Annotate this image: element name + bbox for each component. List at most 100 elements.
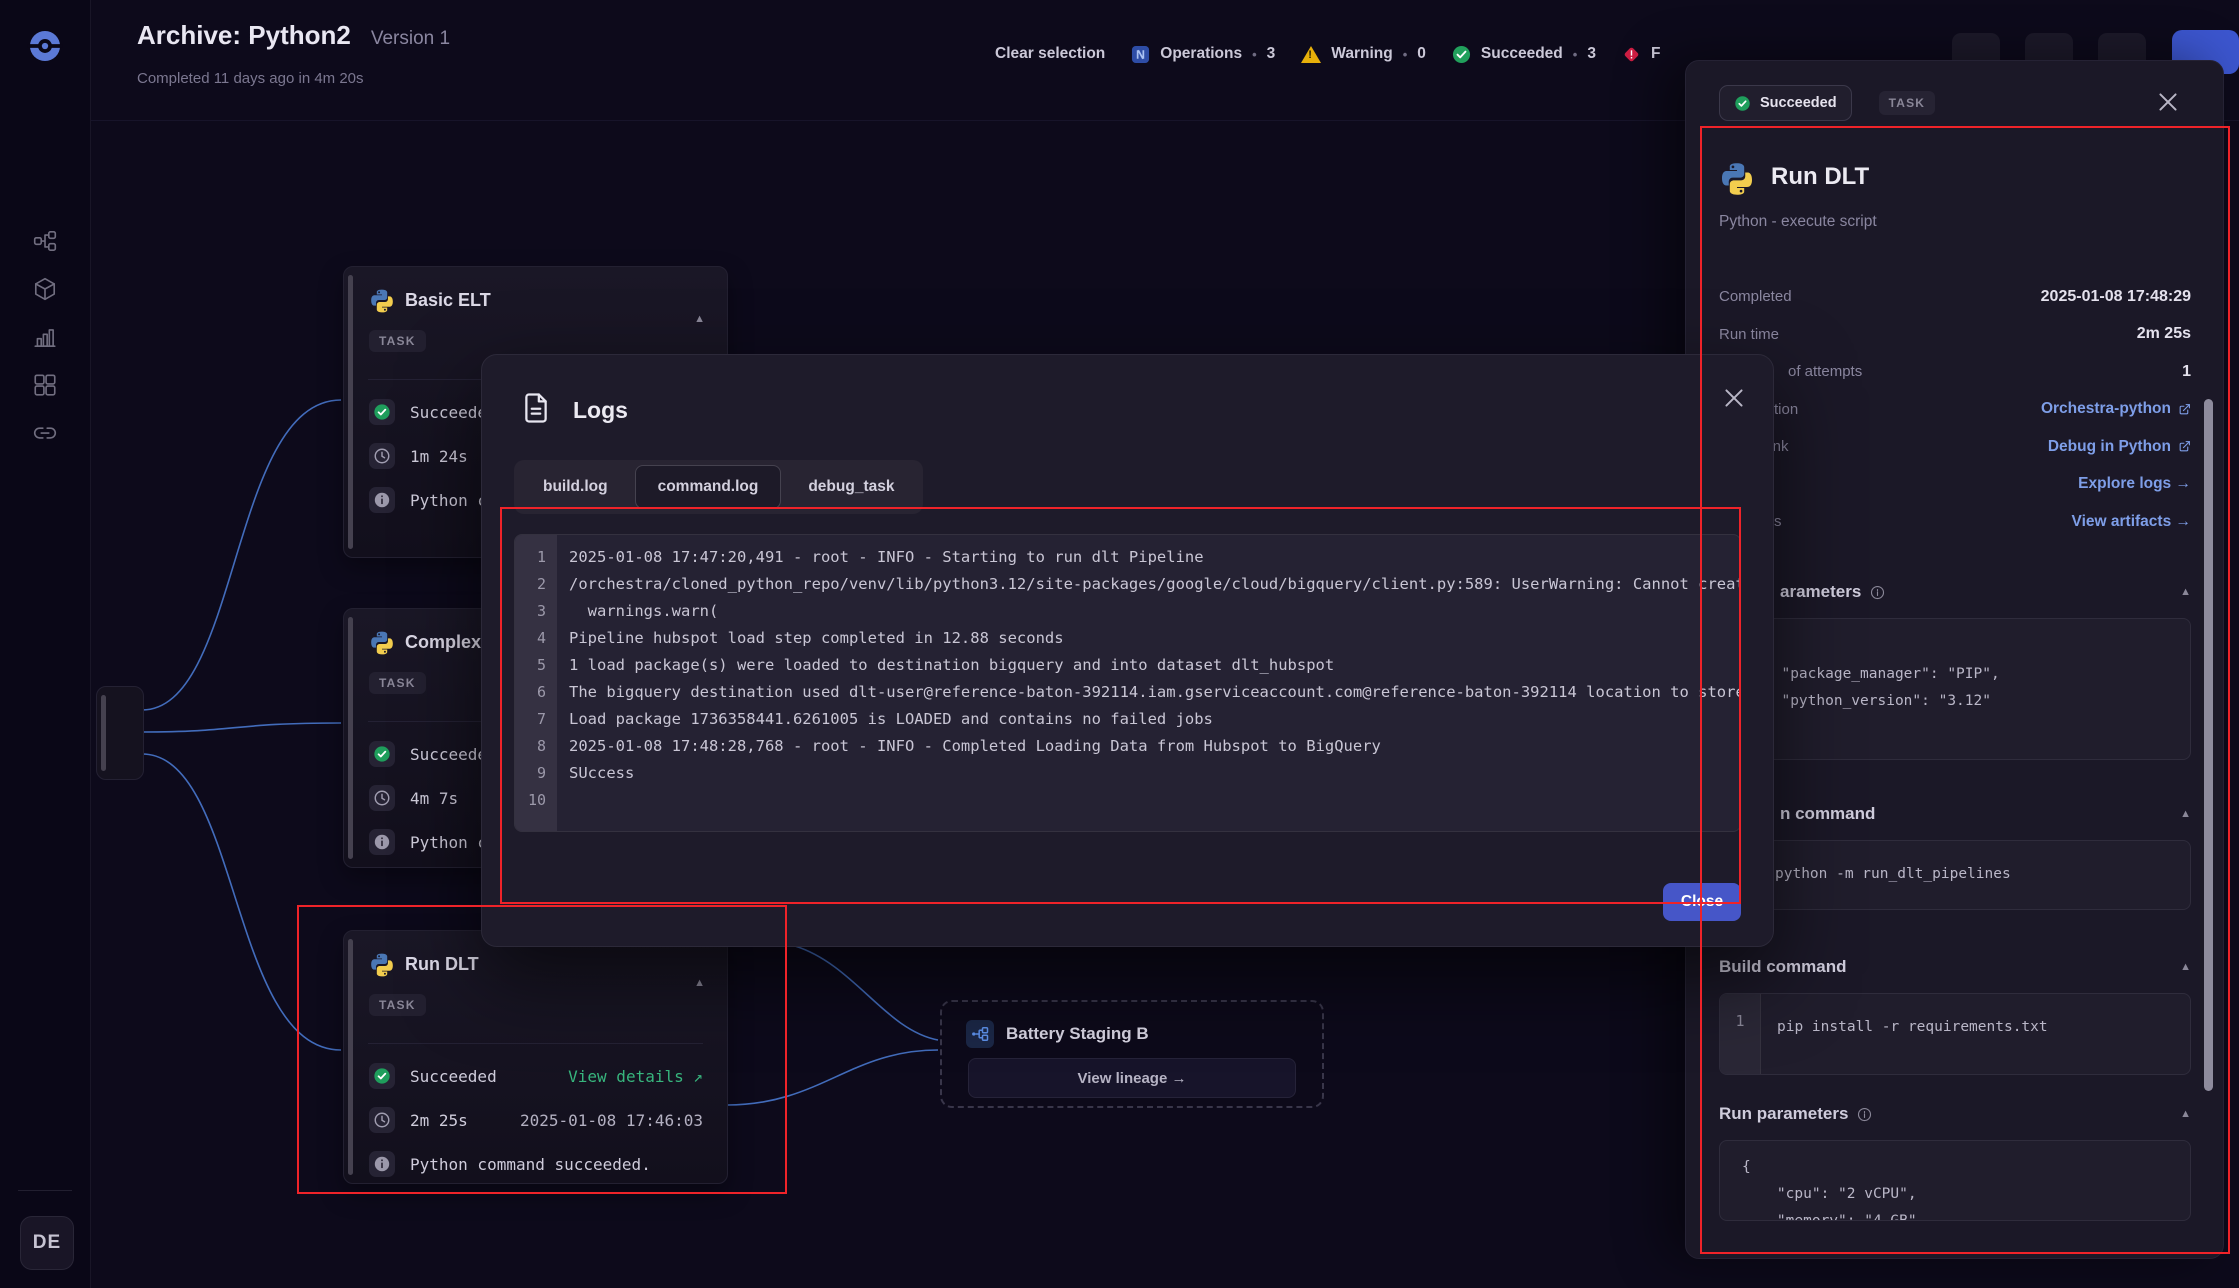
field-value[interactable]: Explore logs → [2078,475,2191,493]
log-line-number: 4 [536,629,546,647]
status-badge-label: Succeeded [1760,95,1837,111]
clear-selection-button[interactable]: Clear selection [995,45,1105,63]
link-icon[interactable] [32,420,58,446]
view-details-link[interactable]: View details ↗ [568,1067,703,1086]
log-line-number: 1 [536,548,546,566]
failed-label: F [1650,45,1661,62]
field-value[interactable]: Orchestra-python [2041,400,2191,418]
collapse-caret-icon[interactable]: ▲ [2180,961,2191,973]
external-link-icon [2179,441,2190,452]
tab-debug_task[interactable]: debug_task [785,465,917,509]
panel-scrollbar[interactable] [2204,399,2213,1091]
warning-count: 0 [1417,45,1426,62]
operations-label: Operations [1160,45,1243,62]
sidebar-nav [0,228,90,446]
log-line: Pipeline hubspot load step completed in … [569,629,1064,647]
code-box: { "cpu": "2 vCPU", "memory": "4 GB" [1719,1140,2191,1221]
log-gutter: 1 2 3 4 5 6 7 8 9 10 [515,535,557,831]
log-viewer: 1 2 3 4 5 6 7 8 9 10 2025-01-08 17:47:20,491 - ro… [514,534,1741,832]
pipeline-card-battery-staging-b[interactable]: Battery Staging B View lineage → [940,1000,1324,1108]
info-icon [1871,585,1885,599]
close-button[interactable]: Close [1663,883,1741,921]
code-line: python -m run_dlt_pipelines [1775,866,2011,882]
succeeded-status[interactable]: Succeeded • 3 [1452,45,1596,64]
panel-field-row: of attempts 1 [1719,353,2191,391]
pipeline-start-node[interactable] [96,686,144,780]
code-line: "memory": "4 GB" [1742,1213,1917,1221]
panel-field-row: s View artifacts → [1719,503,2191,541]
log-line-number: 10 [527,791,546,809]
log-line: 1 load package(s) were loaded to destina… [569,656,1335,674]
clock-icon [369,785,395,811]
section-header: Run parameters ▲ [1719,1103,2191,1125]
pipeline-title: Battery Staging B [1006,1024,1149,1043]
panel-section-0: arameters ▲ "package_manager": "PIP", "py… [1719,581,2191,760]
operations-count: 3 [1266,45,1276,62]
tab-command.log[interactable]: command.log [634,465,782,509]
panel-field-row: link Debug in Python [1719,428,2191,466]
page-title: Archive: Python2 Version 1 [137,20,451,50]
code-box: 1 pip install -r requirements.txt [1719,993,2191,1075]
panel-field-row: Run time 2m 25s [1719,316,2191,354]
field-value: 2m 25s [2136,325,2191,343]
app-logo-icon[interactable] [26,27,64,65]
panel-section-3: Run parameters ▲ { "cpu": "2 vCPU", "memor… [1719,1103,2191,1221]
log-line-number: 3 [536,602,546,620]
check-icon [369,1063,395,1089]
view-lineage-button[interactable]: View lineage → [968,1058,1296,1098]
panel-section-2: Build command ▲ 1 pip install -r requiremen… [1719,956,2191,1075]
task-type-badge: TASK [369,994,426,1016]
section-header: n command ▲ [1719,803,2191,825]
cube-icon[interactable] [32,276,58,302]
python-icon [369,288,395,314]
bar-chart-icon[interactable] [32,324,58,350]
succeeded-label: Succeeded [1480,45,1563,62]
info-icon [1858,1107,1872,1121]
warning-status[interactable]: Warning • 0 [1301,45,1426,63]
log-line-number: 7 [536,710,546,728]
clock-icon [369,443,395,469]
section-header: arameters ▲ [1719,581,2191,603]
close-icon[interactable] [1721,385,1747,411]
runtime-text: 4m 7s [410,788,459,808]
info-icon [369,487,395,513]
panel-field-row: tion Orchestra-python [1719,391,2191,429]
section-title: Build command [1719,957,1847,976]
page-subtitle: Completed 11 days ago in 4m 20s [137,70,364,87]
grid-icon[interactable] [32,372,58,398]
field-label: Run time [1719,325,1780,343]
log-line: 2025-01-08 17:48:28,768 - root - INFO - … [569,737,1381,755]
collapse-caret-icon[interactable]: ▲ [2180,808,2191,820]
modal-title: Logs [573,397,628,423]
collapse-caret-icon[interactable]: ▲ [2180,1108,2191,1120]
message-row: Python command succeeded. [369,1151,703,1177]
task-type-badge: TASK [369,672,426,694]
collapse-caret-icon[interactable]: ▲ [694,977,705,989]
external-link-icon [2179,403,2190,415]
lineage-icon[interactable] [32,228,58,254]
log-line: warnings.warn( [569,602,719,620]
python-icon [369,630,395,656]
log-line: Load package 1736358441.6261005 is LOADE… [569,710,1213,728]
field-value[interactable]: View artifacts → [2072,513,2191,531]
check-icon [1735,95,1750,111]
field-value[interactable]: Debug in Python [2048,438,2191,456]
panel-section-1: n command ▲ python -m run_dlt_pipelines [1719,803,2191,910]
log-line-number: 5 [536,656,546,674]
log-line: SUccess [569,764,635,782]
separator-dot: • [1402,46,1408,62]
failed-status[interactable]: F [1622,45,1660,64]
operations-status[interactable]: Operations • 3 [1131,45,1275,64]
code-gutter: 1 [1720,994,1761,1074]
warning-icon [1301,45,1322,63]
status-bar: Clear selection Operations • 3 Warning •… [995,41,1660,67]
logs-modal: Logs build.log command.log debug_task 1 2 3 4… [481,354,1774,947]
collapse-caret-icon[interactable]: ▲ [694,313,705,325]
task-title: Run DLT [405,954,479,974]
task-card-run-dlt[interactable]: Run DLT ▲ TASK Succeeded View details ↗ … [343,930,728,1184]
user-avatar[interactable]: DE [20,1216,74,1270]
panel-fields: Completed 2025-01-08 17:48:29 Run time 2m 2… [1719,278,2191,541]
close-icon[interactable] [2155,89,2181,115]
collapse-caret-icon[interactable]: ▲ [2180,586,2191,598]
tab-build.log[interactable]: build.log [520,465,631,509]
